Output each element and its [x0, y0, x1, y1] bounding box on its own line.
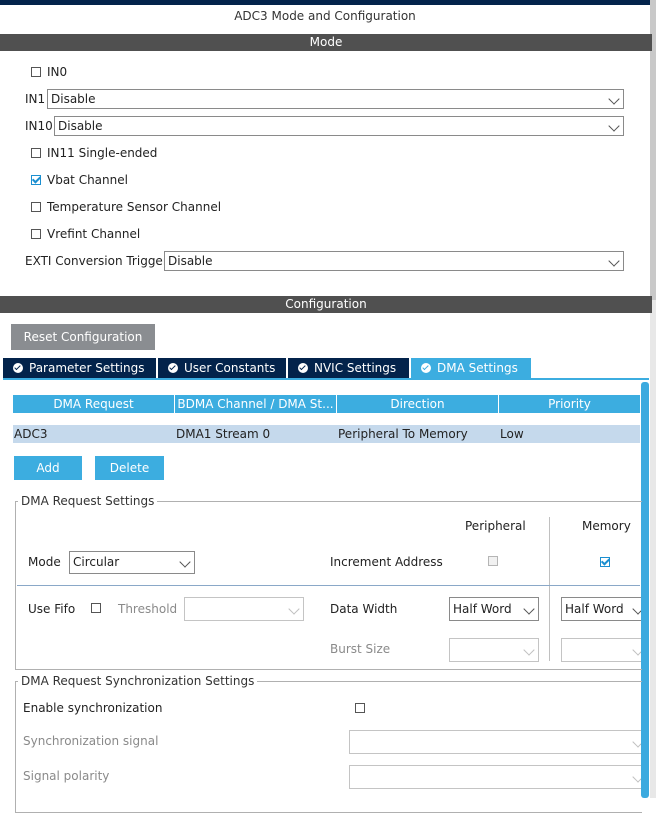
chevron-down-icon	[523, 644, 535, 656]
panel-scrollbar[interactable]	[641, 382, 649, 798]
peripheral-increment-checkbox[interactable]	[488, 556, 498, 566]
enable-synchronization-label: Enable synchronization	[23, 701, 163, 715]
data-width-label: Data Width	[330, 602, 398, 616]
chevron-down-icon	[632, 771, 641, 783]
table-cell: Peripheral To Memory	[338, 427, 468, 441]
window-title: ADC3 Mode and Configuration	[234, 9, 416, 23]
chevron-down-icon	[608, 93, 620, 105]
dma-mode-value: Circular	[73, 555, 120, 569]
chevron-down-icon	[179, 556, 191, 568]
memory-column-label: Memory	[582, 519, 631, 533]
vrefint-checkbox[interactable]	[31, 229, 41, 239]
in0-checkbox[interactable]	[31, 67, 41, 77]
peripheral-data-width-select[interactable]: Half Word	[449, 597, 539, 621]
exti-trigger-label: EXTI Conversion Trigger	[25, 254, 168, 268]
check-circle-icon	[421, 363, 431, 373]
column-header-channel[interactable]: BDMA Channel / DMA St...	[175, 395, 336, 413]
check-circle-icon	[13, 363, 23, 373]
settings-divider	[17, 585, 640, 586]
synchronization-signal-select[interactable]	[349, 730, 641, 754]
burst-size-label: Burst Size	[330, 642, 391, 656]
vrefint-label: Vrefint Channel	[47, 227, 141, 241]
threshold-select[interactable]	[184, 597, 304, 621]
chevron-down-icon	[632, 644, 641, 656]
in10-select[interactable]: Disable	[54, 116, 624, 136]
column-divider	[549, 517, 550, 661]
threshold-label: Threshold	[118, 602, 178, 616]
vbat-label: Vbat Channel	[47, 173, 128, 187]
tab-parameter-settings[interactable]: Parameter Settings	[3, 358, 156, 378]
in1-label: IN1	[25, 92, 46, 106]
peripheral-column-label: Peripheral	[465, 519, 526, 533]
in1-select[interactable]: Disable	[47, 89, 624, 109]
use-fifo-label: Use Fifo	[28, 602, 76, 616]
peripheral-burst-select[interactable]	[449, 638, 539, 662]
synchronization-signal-label: Synchronization signal	[23, 734, 159, 748]
column-header-dma-request[interactable]: DMA Request	[13, 395, 174, 413]
exti-trigger-select[interactable]: Disable	[164, 251, 624, 271]
dma-request-settings-title: DMA Request Settings	[18, 494, 158, 508]
use-fifo-checkbox[interactable]	[91, 603, 101, 613]
chevron-down-icon	[523, 603, 535, 615]
check-circle-icon	[168, 363, 178, 373]
check-circle-icon	[298, 363, 308, 373]
in10-label: IN10	[25, 119, 53, 133]
table-row[interactable]	[13, 425, 640, 443]
increment-address-label: Increment Address	[330, 555, 443, 569]
tab-nvic-settings[interactable]: NVIC Settings	[288, 358, 409, 378]
peripheral-data-width-value: Half Word	[453, 602, 512, 616]
delete-button[interactable]: Delete	[95, 456, 164, 480]
table-cell: Low	[500, 427, 524, 441]
reset-configuration-button[interactable]: Reset Configuration	[11, 324, 155, 350]
tab-user-constants[interactable]: User Constants	[158, 358, 286, 378]
tab-underline	[3, 378, 649, 380]
column-header-priority[interactable]: Priority	[499, 395, 640, 413]
in11-label: IN11 Single-ended	[47, 146, 158, 160]
chevron-down-icon	[288, 603, 300, 615]
mode-label: Mode	[28, 555, 61, 569]
memory-data-width-value: Half Word	[565, 602, 624, 616]
temperature-sensor-checkbox[interactable]	[31, 202, 41, 212]
mode-section-header: Mode	[0, 34, 652, 51]
column-header-direction[interactable]: Direction	[337, 395, 498, 413]
chevron-down-icon	[632, 736, 641, 748]
tab-dma-settings[interactable]: DMA Settings	[411, 358, 531, 378]
in11-checkbox[interactable]	[31, 148, 41, 158]
dma-sync-settings-title: DMA Request Synchronization Settings	[18, 674, 258, 688]
chevron-down-icon	[632, 603, 641, 615]
configuration-section-header: Configuration	[0, 296, 652, 313]
memory-burst-select[interactable]	[561, 638, 641, 662]
signal-polarity-select[interactable]	[349, 765, 641, 789]
tab-label: Parameter Settings	[29, 361, 145, 375]
tab-label: NVIC Settings	[314, 361, 397, 375]
memory-increment-checkbox[interactable]	[600, 557, 610, 567]
in0-label: IN0	[47, 65, 68, 79]
enable-synchronization-checkbox[interactable]	[355, 703, 365, 713]
signal-polarity-label: Signal polarity	[23, 769, 110, 783]
memory-data-width-select[interactable]: Half Word	[561, 597, 641, 621]
window-top-border	[0, 0, 650, 5]
table-cell: ADC3	[14, 427, 48, 441]
in10-select-value: Disable	[58, 119, 103, 133]
exti-trigger-value: Disable	[168, 254, 213, 268]
dma-mode-select[interactable]: Circular	[69, 551, 195, 574]
in1-select-value: Disable	[51, 92, 96, 106]
tab-label: DMA Settings	[437, 361, 518, 375]
temperature-sensor-label: Temperature Sensor Channel	[47, 200, 222, 214]
add-button[interactable]: Add	[14, 456, 82, 480]
window-scrollbar[interactable]	[650, 0, 656, 798]
vbat-checkbox[interactable]	[31, 175, 41, 185]
chevron-down-icon	[608, 255, 620, 267]
table-cell: DMA1 Stream 0	[176, 427, 271, 441]
tab-label: User Constants	[184, 361, 276, 375]
chevron-down-icon	[608, 120, 620, 132]
